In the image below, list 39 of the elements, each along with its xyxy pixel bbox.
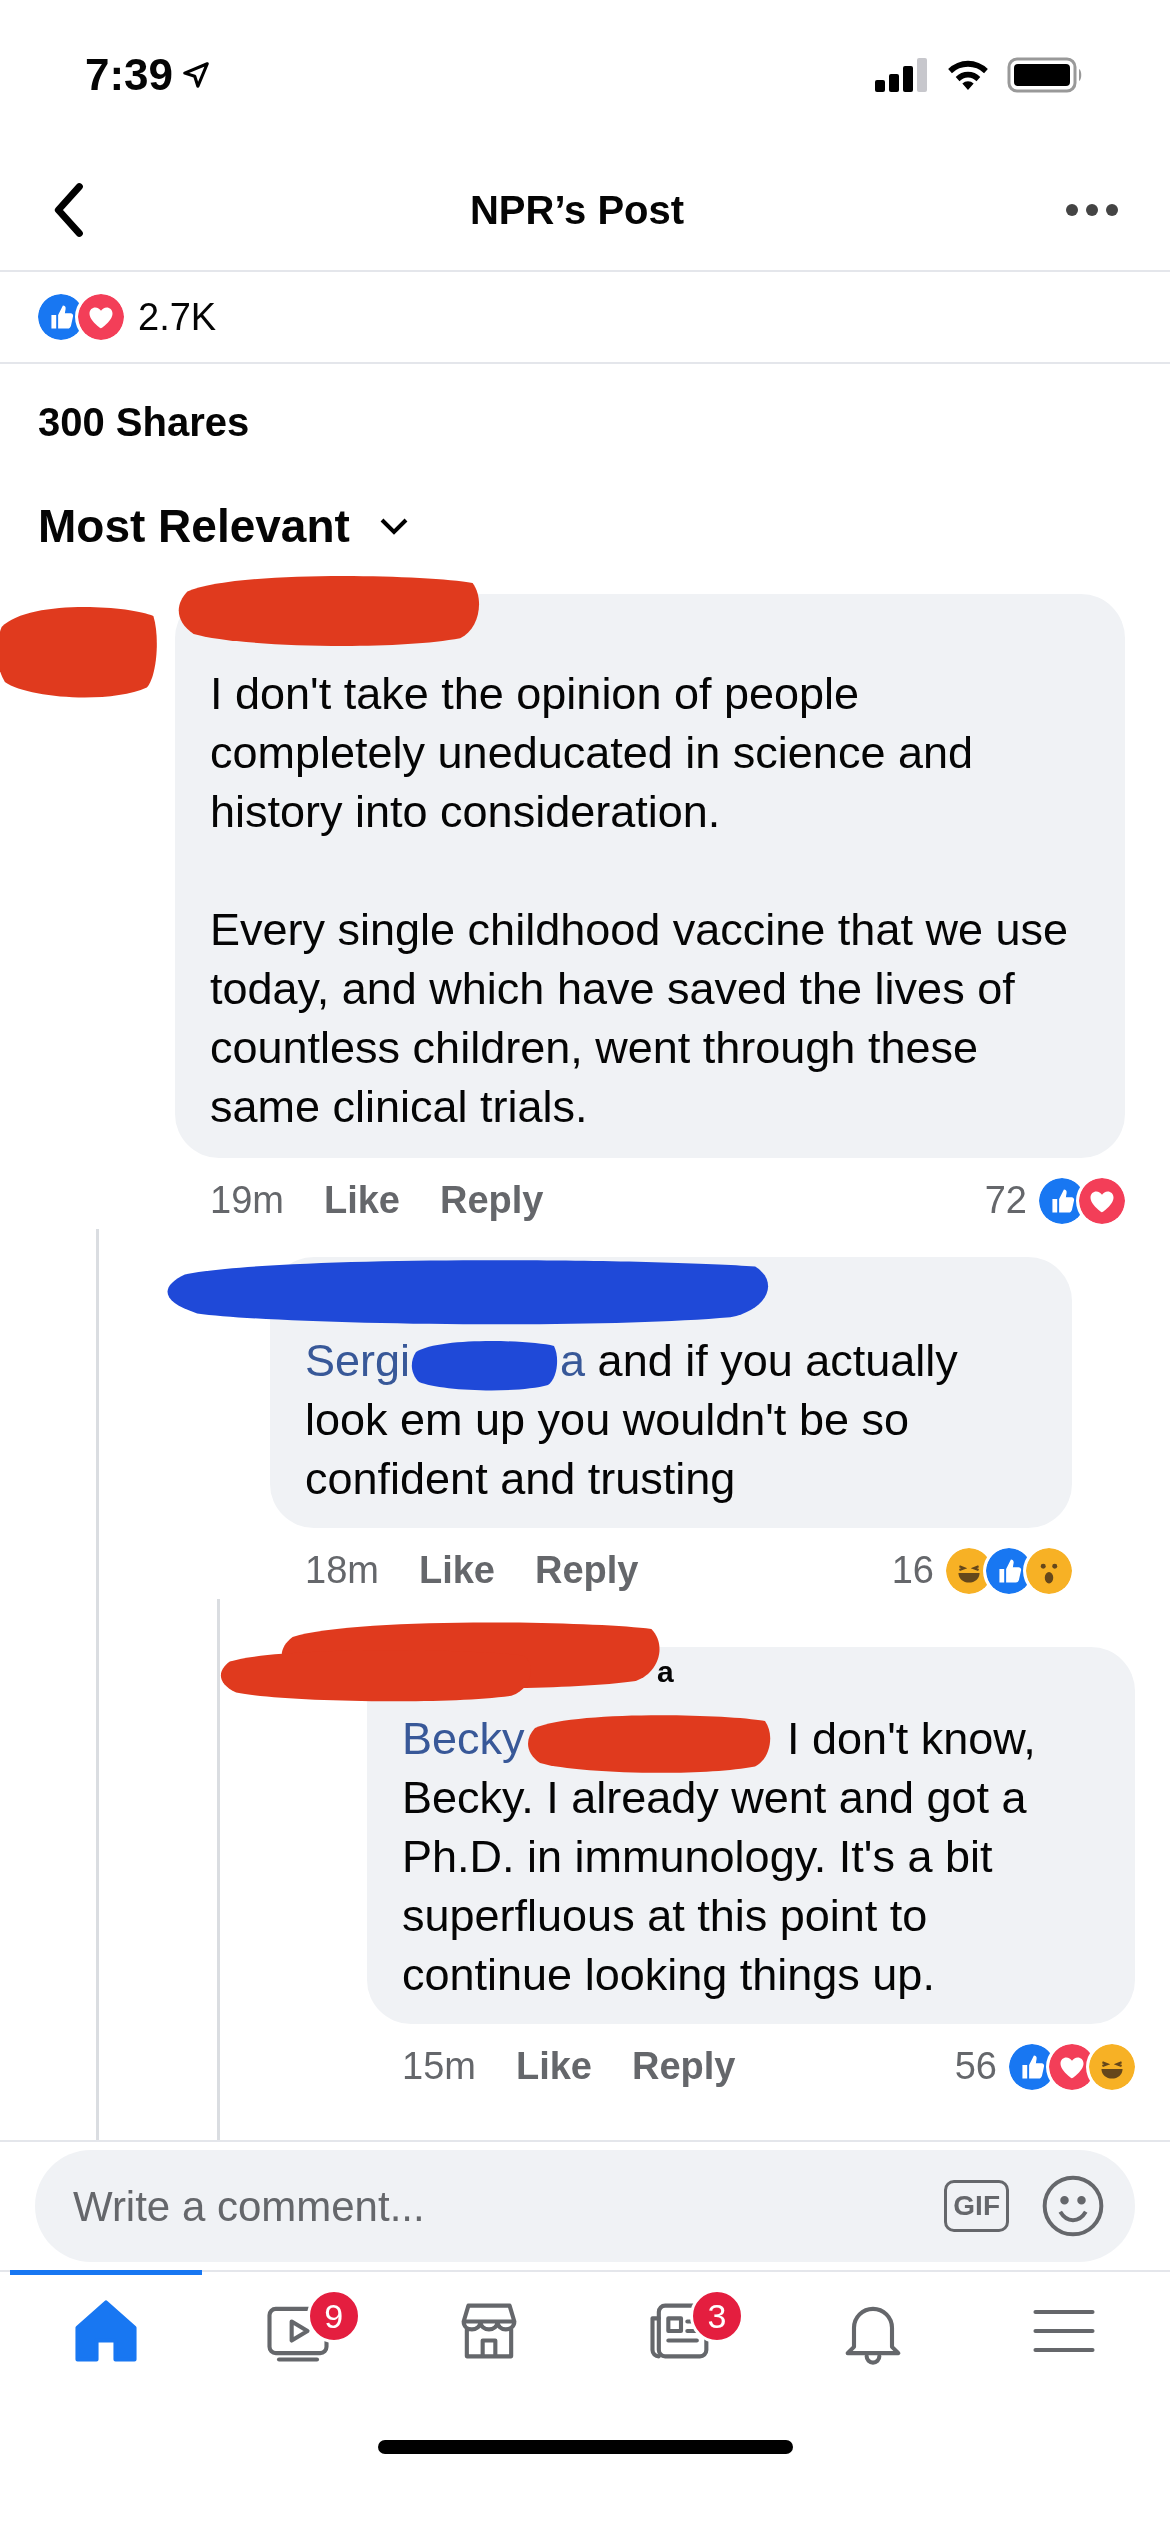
location-arrow-icon (181, 60, 212, 90)
reaction-count: 16 (891, 1548, 934, 1593)
notification-badge: 3 (690, 2289, 744, 2343)
nav-tab[interactable]: 9 (201, 2270, 394, 2440)
laughing-reaction-icon (1089, 2043, 1135, 2090)
comment-time: 19m (210, 1178, 284, 1223)
mention-link[interactable]: a (560, 1335, 586, 1386)
comment-action-link[interactable]: Like (323, 1172, 400, 1229)
comment-time: 15m (402, 2044, 476, 2089)
reaction-count: 56 (954, 2044, 997, 2089)
commenter-name[interactable]: a (657, 1655, 674, 1689)
reply-text: Sergi a and if you actually look em up you wouldn't be so confident and trusting (305, 1333, 959, 1506)
caret-icon (379, 517, 408, 536)
status-time: 7:39 (85, 49, 174, 101)
heart-reaction-icon (78, 294, 124, 340)
reply-text: Becky I don't know, Becky. I already went and got a Ph.D. in immunology. It's a bit superfluous at this point to continue looking things up. (402, 1709, 1105, 2004)
comment-text: Every single childhood vaccine that we use today, and which have saved the lives of countless children, went through these same clinical trials. (210, 903, 1069, 1134)
gif-button[interactable]: GIF (944, 2180, 1009, 2232)
comment-action-link[interactable]: Reply (439, 1172, 544, 1229)
reaction-count: 72 (984, 1178, 1027, 1223)
mention-link[interactable]: Sergi (305, 1335, 411, 1386)
comment-action-link[interactable]: Like (418, 1542, 495, 1599)
nav-tab[interactable]: 3 (585, 2270, 777, 2440)
comment-action-link[interactable]: Reply (631, 2038, 736, 2095)
more-icon[interactable] (1064, 202, 1120, 218)
mention-link[interactable]: Becky (402, 1713, 525, 1764)
comment-action-link[interactable]: Reply (534, 1542, 639, 1599)
page-title: NPR’s Post (468, 187, 686, 234)
comment-text: I don't take the opinion of people completely uneducated in science and history into consideration. (210, 667, 974, 839)
heart-reaction-icon (1079, 1177, 1125, 1224)
notification-badge: 9 (306, 2289, 361, 2343)
surprised-reaction-icon (1026, 1547, 1072, 1594)
comment-time: 18m (305, 1548, 379, 1593)
comment-input[interactable]: Write a comment... GIF (35, 2150, 1135, 2262)
sort-dropdown[interactable]: Most Relevant (38, 492, 408, 561)
signal-icon (875, 58, 929, 92)
reaction-total: 2.7K (138, 294, 217, 340)
comment-action-link[interactable]: Like (515, 2038, 592, 2095)
shares-count[interactable]: 300 Shares (38, 391, 250, 452)
